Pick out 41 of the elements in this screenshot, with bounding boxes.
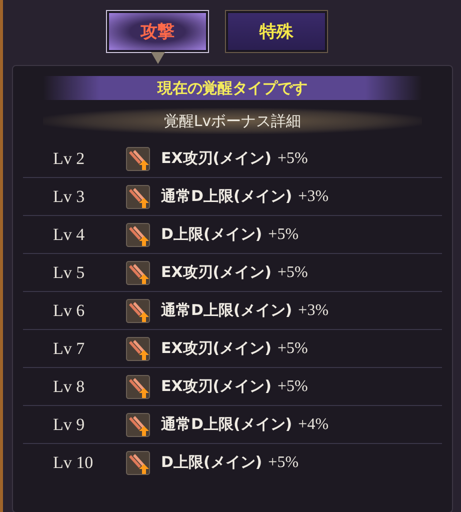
level-label: Lv 5 [52,262,86,282]
level-label: Lv 3 [52,186,86,206]
sword-up-icon [126,336,150,360]
bonus-value: +5% [278,150,308,168]
bonus-value: +5% [278,378,308,396]
bonus-value: +5% [278,264,308,282]
sword-up-icon [126,146,150,170]
sword-up-icon [126,412,150,436]
sword-up-icon [126,298,150,322]
bonus-label: 通常D上限(メイン) [161,187,292,206]
level-label: Lv 10 [52,452,94,472]
sword-up-icon [126,374,150,398]
sword-up-icon [126,260,150,284]
section-title: 覚醒Lvボーナス詳細 [43,108,422,134]
sword-up-icon [126,184,150,208]
bonus-label: EX攻刃(メイン) [161,339,272,358]
level-label: Lv 4 [52,224,86,244]
status-banner: 現在の覚醒タイプです [43,76,422,100]
level-label: Lv 2 [52,148,86,168]
bonus-label: 通常D上限(メイン) [161,415,292,434]
bonus-label: EX攻刃(メイン) [161,377,272,396]
bonus-value: +3% [298,302,329,320]
bonus-label: EX攻刃(メイン) [161,263,272,282]
bonus-label: D上限(メイン) [161,225,262,244]
bonus-label: D上限(メイン) [161,453,262,472]
bonus-value: +5% [278,340,308,358]
level-label: Lv 7 [52,338,86,358]
tab[interactable]: 攻撃 [107,11,208,52]
level-label: Lv 8 [52,376,86,396]
level-label: Lv 6 [52,300,86,320]
pointer-icon [150,52,164,64]
sword-up-icon [126,450,150,474]
bonus-value: +3% [298,188,329,206]
level-label: Lv 9 [52,414,86,434]
bonus-label: 通常D上限(メイン) [161,301,292,320]
bonus-value: +5% [268,454,299,472]
bonus-value: +4% [298,416,329,434]
bonus-label: EX攻刃(メイン) [161,149,272,168]
sword-up-icon [126,222,150,246]
tab[interactable]: 特殊 [226,11,327,52]
bonus-value: +5% [268,226,299,244]
